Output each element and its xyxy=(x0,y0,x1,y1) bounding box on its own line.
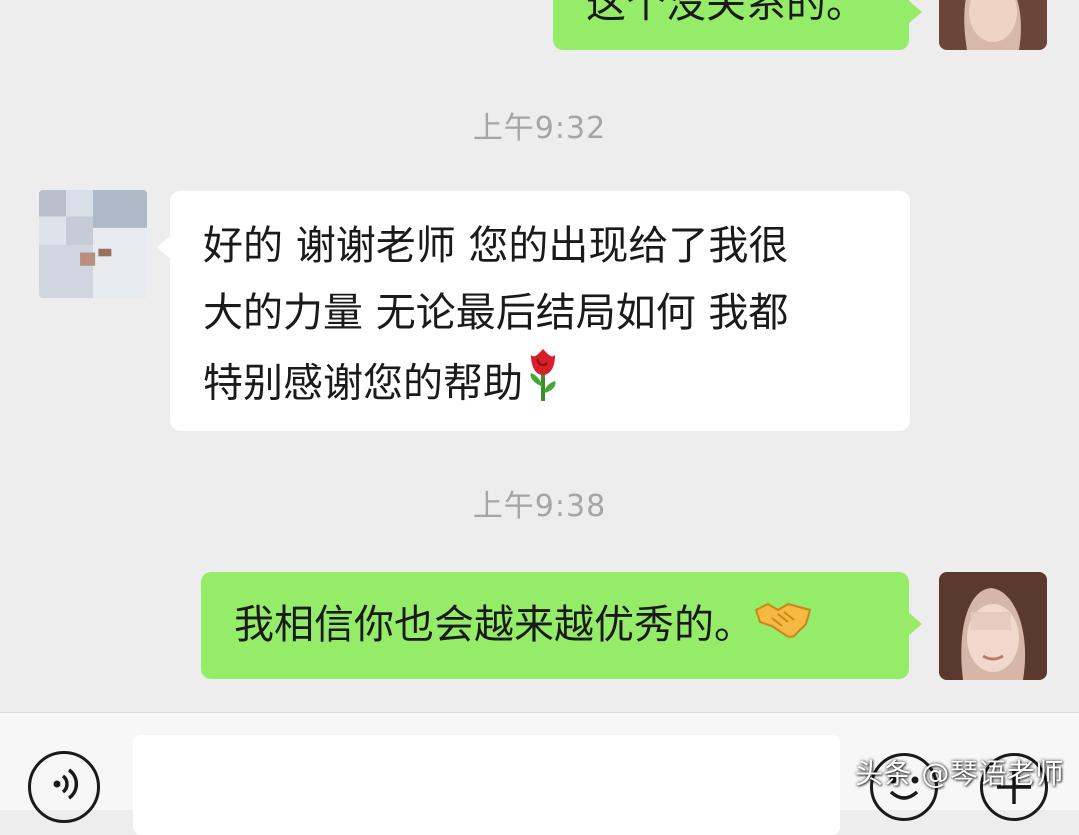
incoming-message-bubble[interactable]: 好的 谢谢老师 您的出现给了我很 大的力量 无论最后结局如何 我都 特别感谢您的… xyxy=(157,191,910,431)
outgoing-message-bubble[interactable]: 我相信你也会越来越优秀的。 xyxy=(201,572,922,679)
bubble-tail xyxy=(908,0,922,24)
bubble-tail xyxy=(908,612,922,636)
message-text-line: 好的 谢谢老师 您的出现给了我很 xyxy=(203,223,789,269)
contact-avatar[interactable] xyxy=(39,190,147,298)
message-text-line: 特别感谢您的帮助 xyxy=(203,347,910,424)
voice-button[interactable] xyxy=(28,751,100,823)
message-input[interactable] xyxy=(133,735,840,835)
bubble-tail xyxy=(157,235,171,259)
message-text-line: 我相信你也会越来越优秀的。 xyxy=(234,592,909,661)
message-text-line: 大的力量 无论最后结局如何 我都 xyxy=(203,290,789,336)
timestamp: 上午9:32 xyxy=(472,111,607,146)
outgoing-message-bubble[interactable]: 这个没关系的。 xyxy=(553,0,922,50)
rose-icon xyxy=(523,347,563,424)
timestamp: 上午9:38 xyxy=(472,489,607,524)
chat-area[interactable]: 这个没关系的。 上午9:32 好的 谢谢老师 您的出现给了我很 大的力量 无论最… xyxy=(0,0,1079,712)
voice-icon xyxy=(53,768,79,800)
my-avatar[interactable] xyxy=(939,572,1047,680)
handshake-icon xyxy=(754,594,812,661)
my-avatar[interactable] xyxy=(939,0,1047,50)
message-text: 这个没关系的。 xyxy=(586,0,866,27)
watermark: 头条 @琴语老师 xyxy=(855,757,1064,790)
